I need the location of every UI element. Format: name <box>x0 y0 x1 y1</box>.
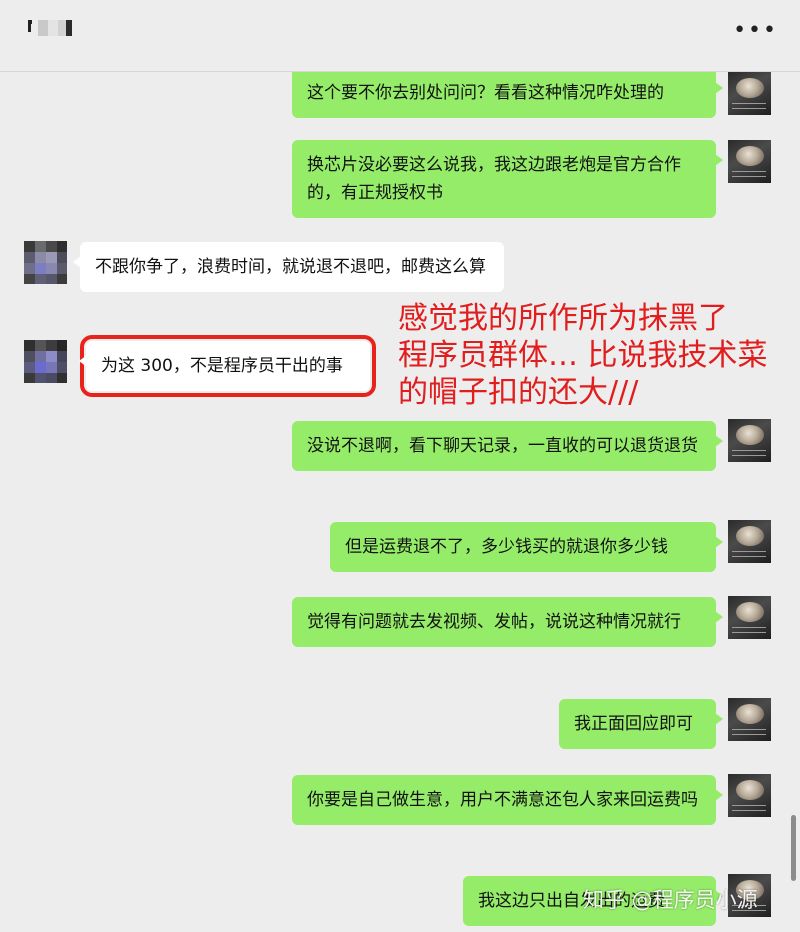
message-text: 但是运费退不了，多少钱买的就退你多少钱 <box>345 537 668 557</box>
message-text: 我正面回应即可 <box>574 714 693 734</box>
my-avatar[interactable] <box>728 698 771 741</box>
message-bubble[interactable]: 换芯片没必要这么说我，我这边跟老炮是官方合作的，有正规授权书 <box>292 140 723 218</box>
my-avatar[interactable] <box>728 596 771 639</box>
message-bubble[interactable]: 不跟你争了，浪费时间，就说退不退吧，邮费这么算 <box>73 242 504 292</box>
message-bubble[interactable]: 你要是自己做生意，用户不满意还包人家来回运费吗 <box>292 775 723 825</box>
message-list[interactable]: 这个要不你去别处问问？看看这种情况咋处理的 换芯片没必要这么说我，我这边跟老炮是… <box>0 72 800 932</box>
message-bubble[interactable]: 我正面回应即可 <box>559 699 723 749</box>
chat-header: ••• <box>0 0 800 72</box>
my-avatar[interactable] <box>728 72 771 115</box>
my-avatar[interactable] <box>728 520 771 563</box>
my-avatar[interactable] <box>728 140 771 183</box>
message-bubble[interactable]: 没说不退啊，看下聊天记录，一直收的可以退货退货 <box>292 421 723 471</box>
message-bubble[interactable]: 这个要不你去别处问问？看看这种情况咋处理的 <box>292 72 723 118</box>
more-options-icon[interactable]: ••• <box>733 20 778 42</box>
contact-avatar-pixelated[interactable] <box>24 241 67 284</box>
message-text: 换芯片没必要这么说我，我这边跟老炮是官方合作的，有正规授权书 <box>307 155 681 203</box>
message-text: 这个要不你去别处问问？看看这种情况咋处理的 <box>307 83 664 103</box>
message-text: 你要是自己做生意，用户不满意还包人家来回运费吗 <box>307 790 698 810</box>
message-text: 觉得有问题就去发视频、发帖，说说这种情况就行 <box>307 612 681 632</box>
annotation-line: 的帽子扣的还大/// <box>398 375 639 410</box>
highlighted-message-bubble[interactable]: 为这 300，不是程序员干出的事 <box>79 335 376 397</box>
annotation-line: 程序员群体… 比说我技术菜 <box>398 338 768 373</box>
my-avatar[interactable] <box>728 419 771 462</box>
message-bubble[interactable]: 但是运费退不了，多少钱买的就退你多少钱 <box>330 522 723 572</box>
message-bubble[interactable]: 觉得有问题就去发视频、发帖，说说这种情况就行 <box>292 597 723 647</box>
contact-name-pixelated <box>28 20 76 36</box>
scrollbar[interactable] <box>791 815 796 881</box>
watermark: 知乎 @程序员小源 <box>583 888 758 912</box>
message-text: 不跟你争了，浪费时间，就说退不退吧，邮费这么算 <box>95 257 486 277</box>
my-avatar[interactable] <box>728 774 771 817</box>
message-text: 没说不退啊，看下聊天记录，一直收的可以退货退货 <box>307 436 698 456</box>
annotation-line: 感觉我的所作所为抹黑了 <box>398 301 728 336</box>
contact-avatar-pixelated[interactable] <box>24 340 67 383</box>
message-text: 为这 300，不是程序员干出的事 <box>101 356 343 376</box>
red-annotation-text: 感觉我的所作所为抹黑了 程序员群体… 比说我技术菜 的帽子扣的还大/// <box>398 300 798 411</box>
